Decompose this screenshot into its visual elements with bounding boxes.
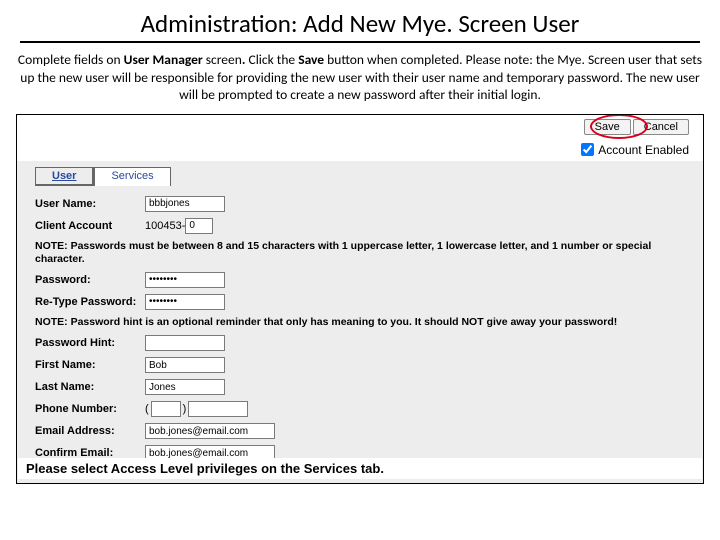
label-phone: Phone Number: [35, 403, 145, 415]
label-last-name: Last Name: [35, 381, 145, 393]
label-user-name: User Name: [35, 198, 145, 210]
account-enabled-row: Account Enabled [17, 141, 703, 161]
last-name-input[interactable] [145, 379, 225, 395]
label-first-name: First Name: [35, 359, 145, 371]
password-hint-input[interactable] [145, 335, 225, 351]
label-email: Email Address: [35, 425, 145, 437]
instructions-text: Complete fields on User Manager screen. … [10, 51, 710, 114]
user-name-input[interactable] [145, 196, 225, 212]
tab-services[interactable]: Services [94, 167, 170, 186]
password-hint-note: NOTE: Password hint is an optional remin… [35, 316, 693, 329]
phone-paren-open: ( [145, 403, 149, 415]
password-input[interactable] [145, 272, 225, 288]
email-input[interactable] [145, 423, 275, 439]
client-account-prefix: 100453- [145, 220, 185, 232]
account-enabled-checkbox[interactable] [581, 143, 594, 156]
phone-number-input[interactable] [188, 401, 248, 417]
label-password-hint: Password Hint: [35, 337, 145, 349]
services-tab-note: Please select Access Level privileges on… [18, 458, 702, 479]
tab-user[interactable]: User [35, 167, 93, 186]
password-rules-note: NOTE: Passwords must be between 8 and 15… [35, 240, 693, 266]
page-title: Administration: Add New Mye. Screen User [20, 8, 700, 43]
tab-bar: User Services [35, 167, 693, 186]
toolbar: Save Cancel [17, 115, 703, 141]
save-button[interactable]: Save [584, 119, 631, 135]
phone-area-input[interactable] [151, 401, 181, 417]
cancel-button[interactable]: Cancel [633, 119, 689, 135]
phone-paren-close: ) [183, 403, 187, 415]
label-client-account: Client Account [35, 220, 145, 232]
first-name-input[interactable] [145, 357, 225, 373]
account-enabled-label: Account Enabled [598, 143, 689, 157]
user-manager-panel: Save Cancel Account Enabled User Service… [16, 114, 704, 484]
retype-password-input[interactable] [145, 294, 225, 310]
label-password: Password: [35, 274, 145, 286]
client-account-suffix-input[interactable] [185, 218, 213, 234]
label-retype-password: Re-Type Password: [35, 296, 145, 308]
